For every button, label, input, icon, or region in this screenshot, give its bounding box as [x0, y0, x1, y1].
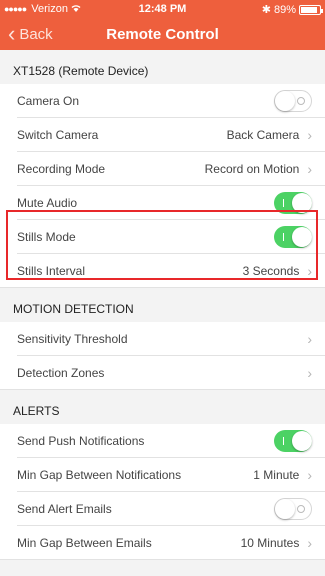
row-value: 10 Minutes: [240, 536, 300, 550]
status-bar: ●●●●● Verizon 12:48 PM ✱ 89%: [0, 0, 325, 20]
section-header-alerts: ALERTS: [0, 390, 325, 424]
page-title: Remote Control: [106, 26, 219, 43]
switch-camera-row[interactable]: Switch Camera Back Camera ›: [0, 118, 325, 152]
detection-zones-row[interactable]: Detection Zones ›: [0, 356, 325, 390]
bluetooth-icon: ✱: [261, 4, 271, 16]
row-label: Sensitivity Threshold: [17, 332, 128, 346]
row-label: Min Gap Between Emails: [17, 536, 152, 550]
row-label: Min Gap Between Notifications: [17, 468, 182, 482]
row-value: 1 Minute: [253, 468, 300, 482]
chevron-right-icon: ›: [307, 161, 312, 177]
row-label: Switch Camera: [17, 128, 99, 142]
row-label: Camera On: [17, 94, 80, 108]
sensitivity-row[interactable]: Sensitivity Threshold ›: [0, 322, 325, 356]
chevron-right-icon: ›: [307, 535, 312, 551]
battery-fill: [301, 6, 318, 13]
highlight-box: [6, 210, 318, 280]
row-label: Mute Audio: [17, 196, 78, 210]
chevron-right-icon: ›: [307, 467, 312, 483]
recording-mode-row[interactable]: Recording Mode Record on Motion ›: [0, 152, 325, 186]
push-notifications-toggle[interactable]: [274, 430, 312, 452]
alert-emails-toggle[interactable]: [274, 498, 312, 520]
status-right: ✱ 89%: [261, 3, 323, 16]
battery-percent: 89%: [273, 3, 296, 16]
row-value: Back Camera: [226, 128, 300, 142]
gap-notifications-row[interactable]: Min Gap Between Notifications 1 Minute ›: [0, 458, 325, 492]
camera-on-toggle[interactable]: [274, 90, 312, 112]
row-label: Recording Mode: [17, 162, 106, 176]
gap-emails-row[interactable]: Min Gap Between Emails 10 Minutes ›: [0, 526, 325, 560]
row-value: Record on Motion: [204, 162, 300, 176]
push-notifications-row[interactable]: Send Push Notifications: [0, 424, 325, 458]
section-header-motion: MOTION DETECTION: [0, 288, 325, 322]
row-label: Detection Zones: [17, 366, 105, 380]
chevron-right-icon: ›: [307, 365, 312, 381]
battery-icon: [299, 4, 323, 15]
nav-bar: ‹ Back Remote Control: [0, 20, 325, 50]
row-label: Send Push Notifications: [17, 434, 145, 448]
chevron-right-icon: ›: [307, 331, 312, 347]
camera-on-row[interactable]: Camera On: [0, 84, 325, 118]
settings-list: XT1528 (Remote Device) Camera On Switch …: [0, 50, 325, 560]
chevron-right-icon: ›: [307, 127, 312, 143]
alert-emails-row[interactable]: Send Alert Emails: [0, 492, 325, 526]
row-label: Send Alert Emails: [17, 502, 112, 516]
section-header-device: XT1528 (Remote Device): [0, 50, 325, 84]
